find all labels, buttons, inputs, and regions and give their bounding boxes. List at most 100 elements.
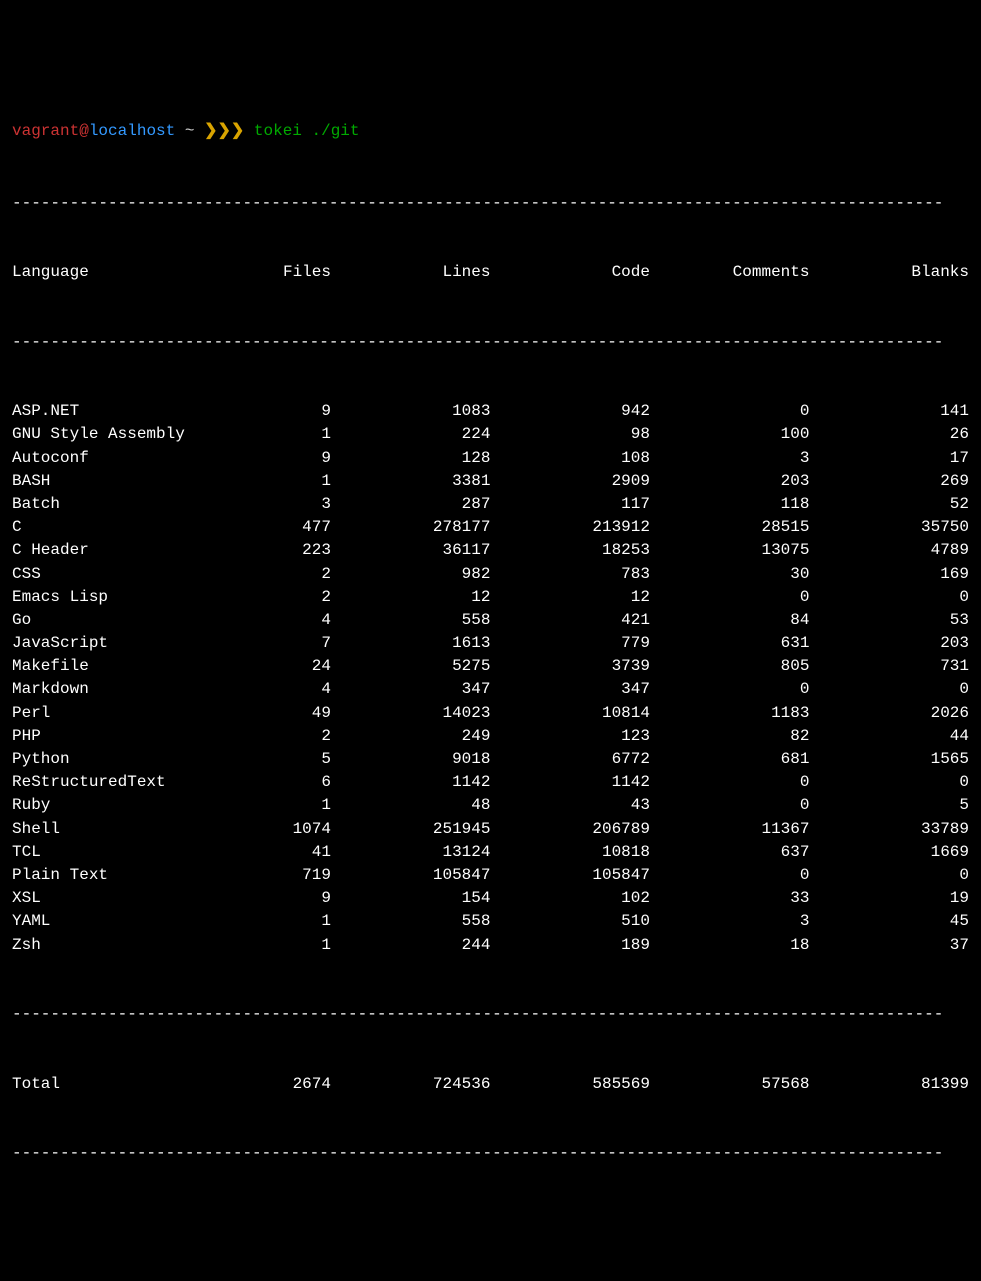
cell-files: 719 [235,864,331,887]
cell-files: 9 [235,400,331,423]
cell-lines: 9018 [331,748,491,771]
cell-language: TCL [12,841,235,864]
cell-blanks: 35750 [809,516,969,539]
cell-lines: 558 [331,609,491,632]
cell-blanks: 52 [809,493,969,516]
cell-comments: 0 [650,586,810,609]
cell-comments: 637 [650,841,810,864]
total-lines: 724536 [331,1073,491,1096]
cell-comments: 0 [650,864,810,887]
cell-lines: 278177 [331,516,491,539]
table-row: CSS298278330169 [12,563,969,586]
cell-blanks: 1565 [809,748,969,771]
total-blanks: 81399 [809,1073,969,1096]
terminal-prompt[interactable]: vagrant@localhost ~ ❯❯❯ tokei ./git [12,97,969,143]
header-language: Language [12,261,235,284]
cell-blanks: 19 [809,887,969,910]
cell-code: 12 [490,586,650,609]
cell-blanks: 45 [809,910,969,933]
cell-code: 510 [490,910,650,933]
cell-lines: 251945 [331,818,491,841]
header-blanks: Blanks [809,261,969,284]
cell-lines: 48 [331,794,491,817]
cell-code: 117 [490,493,650,516]
table-row: C4772781772139122851535750 [12,516,969,539]
total-files: 2674 [235,1073,331,1096]
cell-language: YAML [12,910,235,933]
cell-blanks: 53 [809,609,969,632]
table-row: Batch328711711852 [12,493,969,516]
cell-code: 102 [490,887,650,910]
table-row: YAML1558510345 [12,910,969,933]
table-row: XSL91541023319 [12,887,969,910]
cell-comments: 805 [650,655,810,678]
cell-files: 5 [235,748,331,771]
cell-files: 1 [235,910,331,933]
cell-blanks: 17 [809,447,969,470]
table-header-row: Language Files Lines Code Comments Blank… [12,261,969,284]
cell-code: 10814 [490,702,650,725]
cell-lines: 13124 [331,841,491,864]
cell-files: 2 [235,725,331,748]
cell-blanks: 4789 [809,539,969,562]
cell-code: 108 [490,447,650,470]
cell-lines: 244 [331,934,491,957]
table-row: Zsh12441891837 [12,934,969,957]
cell-lines: 36117 [331,539,491,562]
cell-blanks: 141 [809,400,969,423]
table-row: Python5901867726811565 [12,748,969,771]
cell-language: PHP [12,725,235,748]
cell-language: C [12,516,235,539]
cell-files: 7 [235,632,331,655]
cell-files: 1074 [235,818,331,841]
cell-lines: 128 [331,447,491,470]
cell-lines: 347 [331,678,491,701]
cell-code: 6772 [490,748,650,771]
total-comments: 57568 [650,1073,810,1096]
cell-language: GNU Style Assembly [12,423,235,446]
cell-code: 779 [490,632,650,655]
prompt-host: localhost [89,122,175,140]
cell-blanks: 33789 [809,818,969,841]
cell-files: 2 [235,563,331,586]
cell-blanks: 26 [809,423,969,446]
cell-language: Shell [12,818,235,841]
header-comments: Comments [650,261,810,284]
cell-files: 1 [235,934,331,957]
cell-blanks: 269 [809,470,969,493]
cell-blanks: 0 [809,678,969,701]
cell-code: 98 [490,423,650,446]
cell-comments: 681 [650,748,810,771]
cell-blanks: 44 [809,725,969,748]
separator-bottom: ----------------------------------------… [12,1003,969,1026]
cell-files: 41 [235,841,331,864]
cell-language: Ruby [12,794,235,817]
cell-lines: 558 [331,910,491,933]
table-row: Autoconf9128108317 [12,447,969,470]
cell-code: 10818 [490,841,650,864]
cell-code: 189 [490,934,650,957]
cell-code: 43 [490,794,650,817]
cell-language: Makefile [12,655,235,678]
cell-comments: 33 [650,887,810,910]
cell-comments: 3 [650,447,810,470]
cell-lines: 3381 [331,470,491,493]
cell-blanks: 2026 [809,702,969,725]
table-row: Go45584218453 [12,609,969,632]
table-row: ASP.NET910839420141 [12,400,969,423]
cell-files: 24 [235,655,331,678]
cell-lines: 1613 [331,632,491,655]
cell-blanks: 0 [809,586,969,609]
cell-lines: 287 [331,493,491,516]
tokei-body-table: ASP.NET910839420141GNU Style Assembly122… [12,400,969,957]
cell-blanks: 731 [809,655,969,678]
cell-language: Markdown [12,678,235,701]
cell-code: 18253 [490,539,650,562]
prompt-path: ~ [175,122,204,140]
cell-comments: 203 [650,470,810,493]
tokei-total-table: Total 2674 724536 585569 57568 81399 [12,1073,969,1096]
cell-code: 942 [490,400,650,423]
cell-files: 9 [235,887,331,910]
cell-language: Emacs Lisp [12,586,235,609]
cell-comments: 84 [650,609,810,632]
